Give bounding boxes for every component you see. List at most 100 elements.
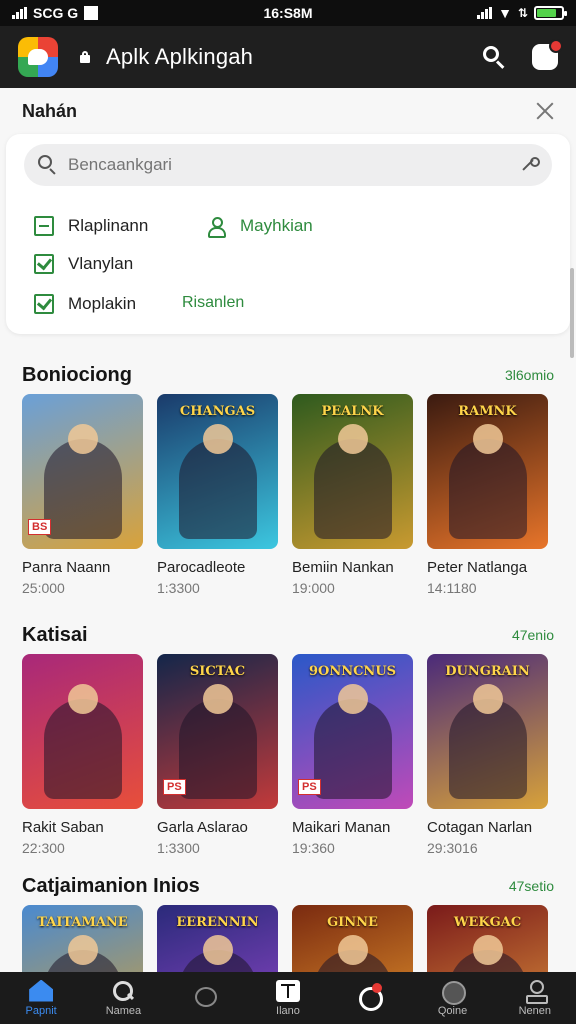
filter-label: Vlanylan	[68, 254, 134, 273]
filter-label: Moplakin	[68, 294, 137, 313]
character-head	[203, 935, 233, 965]
game-card[interactable]: CHANGAS Parocadleote 1:3300	[157, 394, 278, 596]
search-input[interactable]	[68, 155, 518, 175]
app-logo-icon[interactable]	[18, 37, 58, 77]
game-download-count: 14:1180	[427, 580, 477, 596]
game-row: BS Panra Naann 25:000 CHANGAS Parocadleote 1:…	[0, 394, 576, 596]
game-name: Rakit Saban	[22, 819, 104, 836]
search-bar[interactable]	[24, 144, 552, 186]
nav-item-apps[interactable]: Ilano	[253, 979, 323, 1017]
nav-item-user[interactable]: Nenen	[500, 979, 570, 1017]
filter-option-3[interactable]: Vlanylan	[34, 254, 133, 274]
filter-option-2[interactable]: Mayhkian	[206, 216, 313, 238]
nav-item-chat[interactable]	[171, 986, 241, 1011]
character-head	[338, 684, 368, 714]
notification-square-icon	[84, 6, 99, 20]
game-download-count: 22:300	[22, 840, 65, 856]
game-logo-text: GINNE	[327, 915, 378, 930]
game-name: Panra Naann	[22, 559, 111, 576]
game-card[interactable]: SICTAC PS Garla Aslarao 1:3300	[157, 654, 278, 856]
game-thumbnail[interactable]: WEKGAC	[427, 905, 548, 972]
nav-label: Qoine	[437, 1004, 468, 1017]
character-head	[473, 424, 503, 454]
filter-option-5[interactable]: Risanlen	[182, 294, 244, 312]
game-thumbnail[interactable]: SICTAC PS	[157, 654, 278, 809]
rating-badge: BS	[28, 519, 52, 535]
game-card[interactable]: DUNGRAIN Cotagan Narlan 29:3016	[427, 654, 548, 856]
character-figure	[179, 439, 257, 539]
game-download-count: 19:360	[292, 840, 335, 856]
game-logo-text: TAITAMANE	[37, 915, 128, 930]
game-logo-text: PEALNK	[321, 404, 384, 419]
notification-icon[interactable]	[532, 39, 563, 70]
game-thumbnail[interactable]: TAITAMANE	[22, 905, 143, 972]
person-icon	[206, 216, 226, 238]
game-thumbnail[interactable]: DUNGRAIN	[427, 654, 548, 809]
checkbox-checked-icon[interactable]	[34, 254, 54, 274]
search-card: Rlaplinann Mayhkian Vlanylan Moplakin Ri…	[6, 134, 570, 334]
character-figure	[44, 439, 122, 539]
game-thumbnail[interactable]: PEALNK	[292, 394, 413, 549]
game-thumbnail[interactable]: RAMNK	[427, 394, 548, 549]
signal-icon	[12, 7, 27, 19]
clock: 16:S8M	[263, 5, 313, 21]
chat-icon	[194, 986, 218, 1008]
nav-item-home[interactable]: Papnit	[6, 979, 76, 1017]
game-card[interactable]: GINNE	[292, 905, 413, 972]
game-download-count: 29:3016	[427, 840, 478, 856]
game-card[interactable]: BS Panra Naann 25:000	[22, 394, 143, 596]
game-download-count: 25:000	[22, 580, 65, 596]
game-card[interactable]: TAITAMANE	[22, 905, 143, 972]
content-sheet: Nahán Rlaplinann Mayhkian Vlanylan	[0, 88, 576, 972]
section-more-link[interactable]: 47setio	[509, 878, 554, 894]
game-card[interactable]: EERENNIN	[157, 905, 278, 972]
nav-label: Papnit	[25, 1004, 57, 1017]
game-thumbnail[interactable]: BS	[22, 394, 143, 549]
game-thumbnail[interactable]	[22, 654, 143, 809]
checkbox-checked-icon[interactable]	[34, 294, 54, 314]
section-more-link[interactable]: 3l6omio	[505, 367, 554, 383]
filter-option-4[interactable]: Moplakin	[34, 294, 136, 314]
game-card[interactable]: Rakit Saban 22:300	[22, 654, 143, 856]
nav-item-circle[interactable]: Qoine	[418, 980, 488, 1017]
nav-item-search[interactable]: Namea	[88, 980, 158, 1017]
status-left: SCG G	[12, 5, 99, 21]
checkbox-icon[interactable]	[34, 216, 54, 236]
character-head	[203, 424, 233, 454]
circle-icon	[441, 980, 466, 1005]
wifi-icon: ▼	[498, 5, 512, 21]
section-2: Katisai 47enio Rakit Saban 22:300 SICTAC PS…	[0, 620, 576, 856]
game-thumbnail[interactable]: CHANGAS	[157, 394, 278, 549]
close-icon[interactable]	[536, 102, 554, 120]
game-card[interactable]: WEKGAC	[427, 905, 548, 972]
character-figure	[314, 439, 392, 539]
character-head	[473, 935, 503, 965]
search-icon	[38, 155, 58, 175]
game-thumbnail[interactable]: 9ONNCNUS PS	[292, 654, 413, 809]
rating-badge: PS	[163, 779, 186, 795]
header-search-icon[interactable]	[480, 43, 508, 71]
game-name: Parocadleote	[157, 559, 246, 576]
game-card[interactable]: PEALNK Bemiin Nankan 19:000	[292, 394, 413, 596]
game-thumbnail[interactable]: GINNE	[292, 905, 413, 972]
game-logo-text: WEKGAC	[453, 915, 522, 930]
scrollbar[interactable]	[570, 268, 574, 358]
notification-dot	[549, 39, 563, 53]
section-more-link[interactable]: 47enio	[512, 627, 554, 643]
character-figure	[449, 699, 527, 799]
game-thumbnail[interactable]: EERENNIN	[157, 905, 278, 972]
section-header: Catjaimanion Inios 47setio	[0, 871, 576, 901]
filter-option-1[interactable]: Rlaplinann	[34, 216, 148, 236]
game-card[interactable]: RAMNK Peter Natlanga 14:1180	[427, 394, 548, 596]
character-head	[338, 935, 368, 965]
game-card[interactable]: 9ONNCNUS PS Maikari Manan 19:360	[292, 654, 413, 856]
section-3: Catjaimanion Inios 47setio TAITAMANE EERE…	[0, 871, 576, 972]
character-head	[68, 684, 98, 714]
voice-search-icon[interactable]	[518, 155, 540, 175]
game-name: Cotagan Narlan	[427, 819, 533, 836]
game-row: Rakit Saban 22:300 SICTAC PS Garla Aslarao 1:…	[0, 654, 576, 856]
nav-item-games[interactable]	[335, 982, 405, 1011]
character-head	[473, 684, 503, 714]
lock-icon	[80, 51, 90, 63]
game-logo-text: DUNGRAIN	[445, 664, 530, 679]
